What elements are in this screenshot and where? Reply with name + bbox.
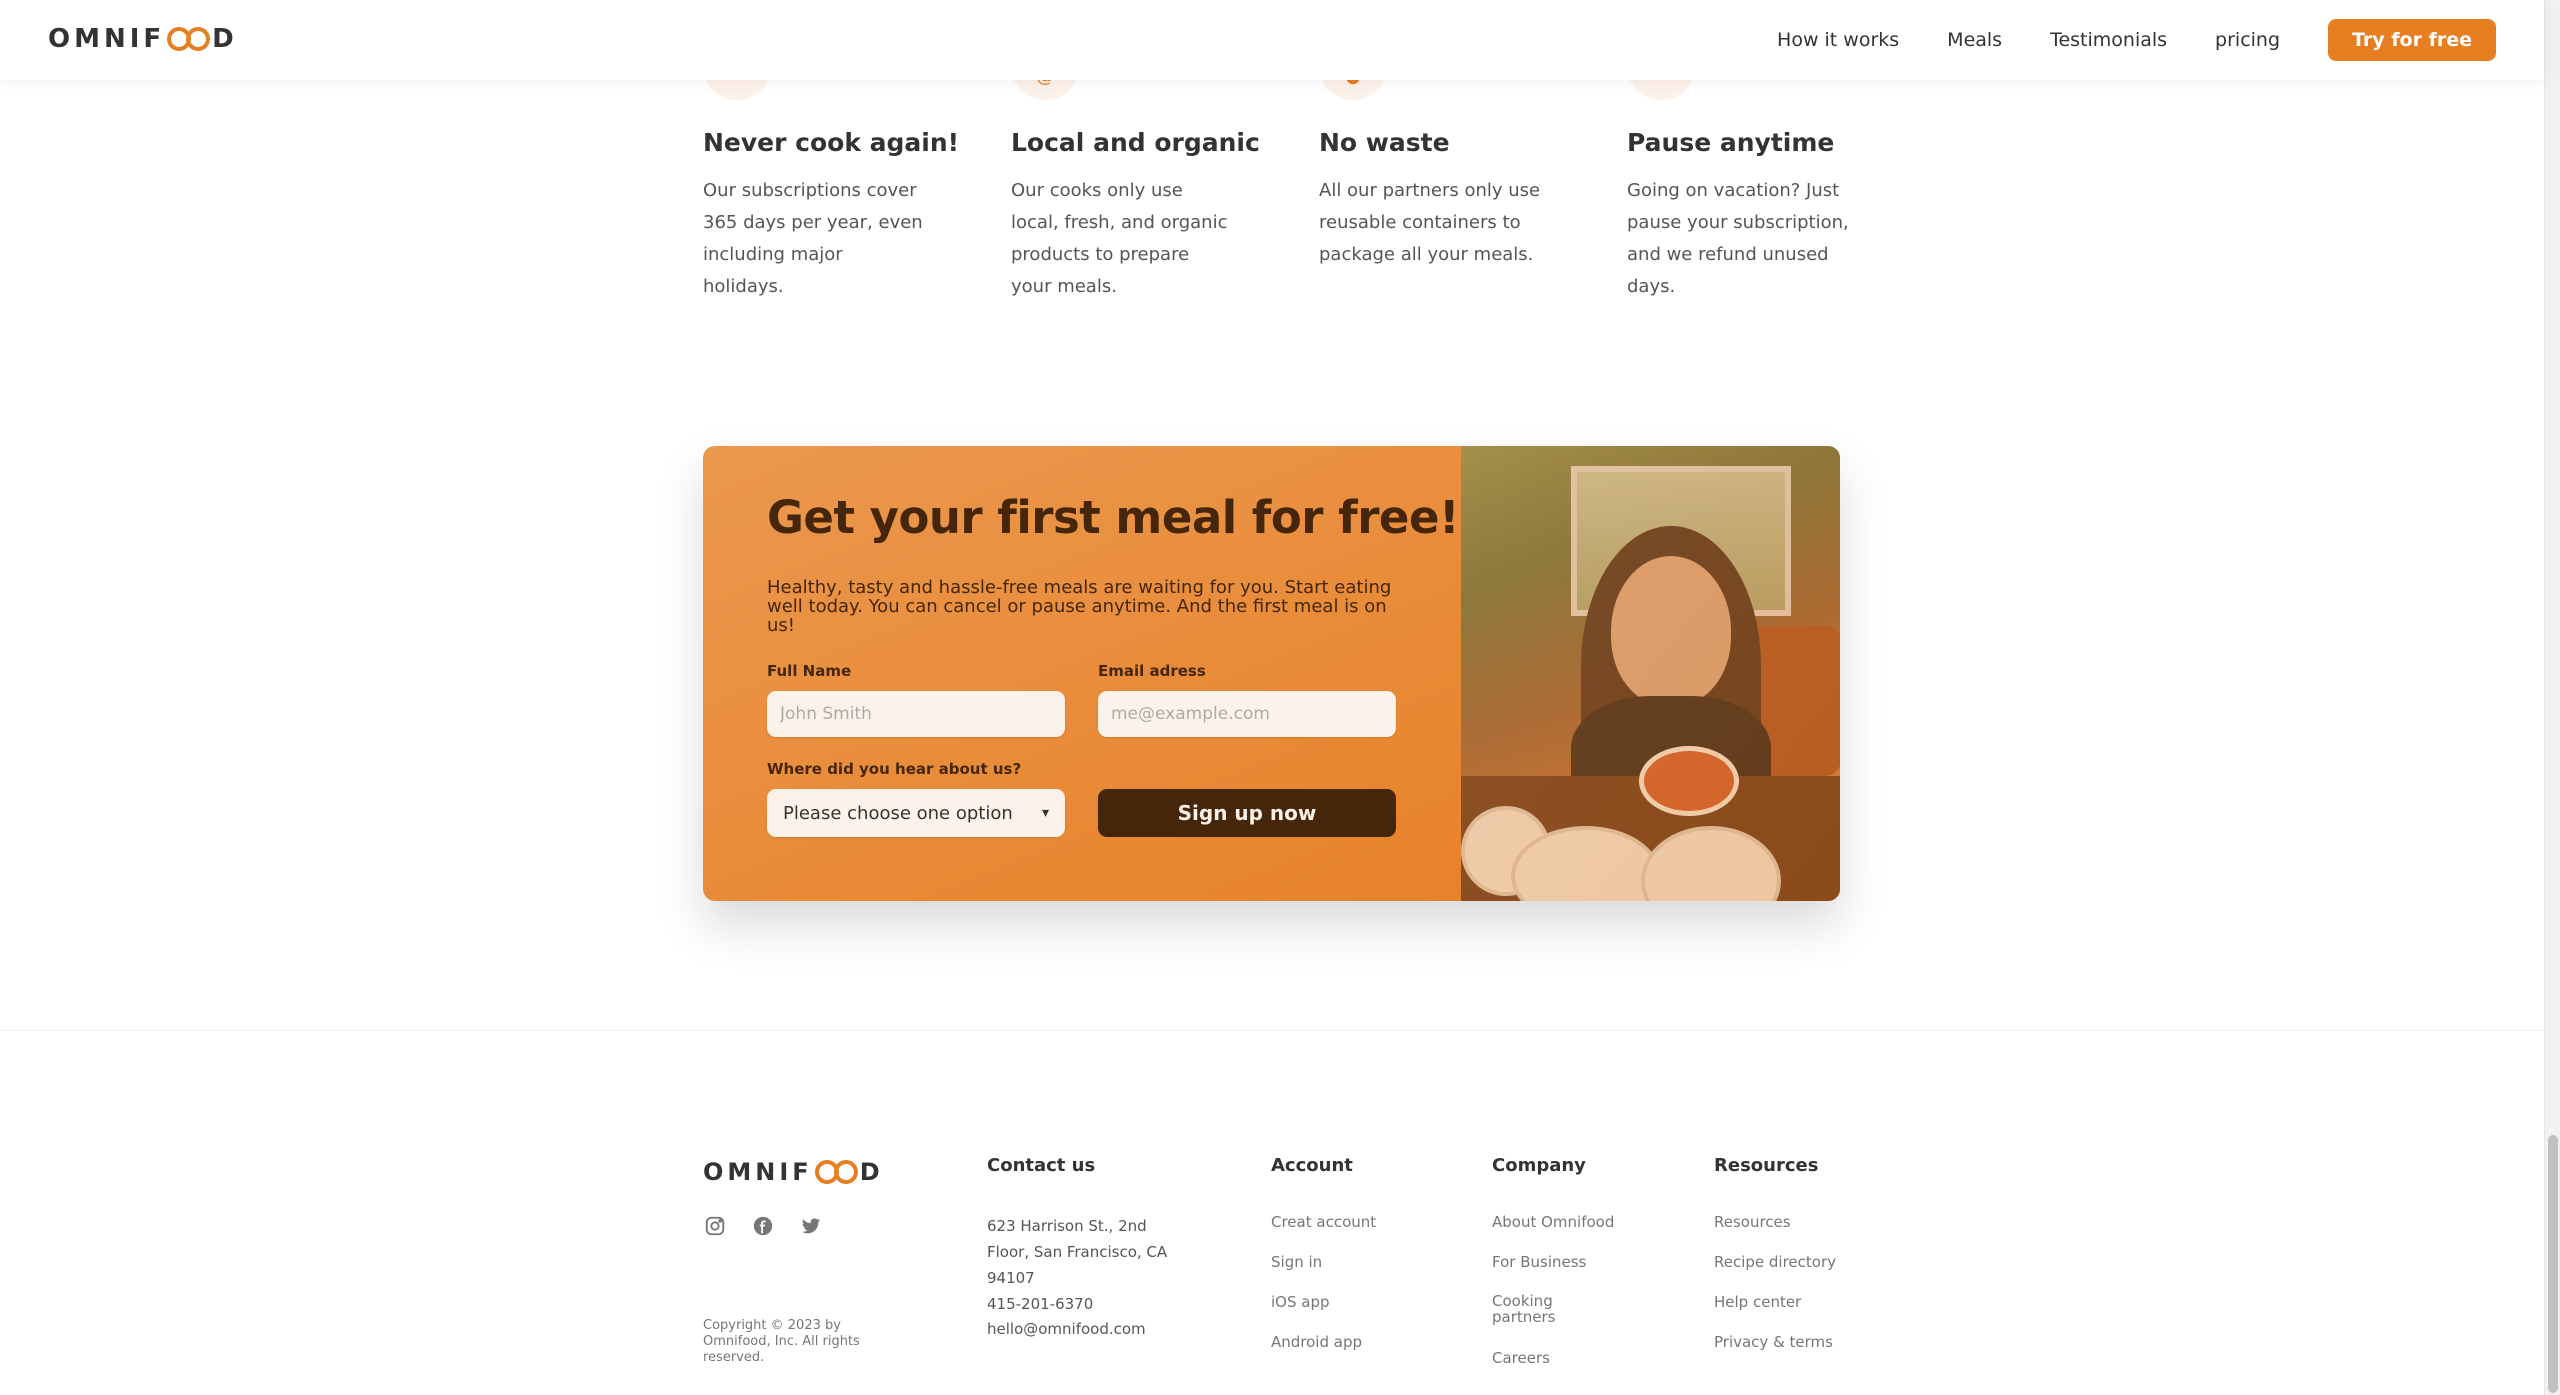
footer-resources: Resources Resources Recipe directory Hel… — [1714, 1155, 1836, 1351]
feature-text: All our partners only use reusable conta… — [1319, 180, 1541, 265]
page-scrollbar[interactable] — [2544, 0, 2560, 1395]
copyright-text: Copyright © 2023 by Omnifood, Inc. All r… — [703, 1318, 860, 1365]
link-android-app[interactable]: Android app — [1271, 1333, 1362, 1351]
link-cooking-partners[interactable]: Cooking partners — [1492, 1293, 1582, 1325]
contact-phone[interactable]: 415-201-6370 — [987, 1291, 1093, 1317]
feature-text: Our subscriptions cover 365 days per yea… — [703, 180, 923, 297]
link-create-account[interactable]: Creat account — [1271, 1213, 1376, 1231]
cta-image — [1461, 446, 1840, 901]
company-heading: Company — [1492, 1155, 1586, 1176]
logo-rings-icon — [814, 1160, 858, 1184]
footer-divider — [0, 1030, 2544, 1031]
account-heading: Account — [1271, 1155, 1353, 1176]
logo-rings-icon — [167, 27, 211, 51]
instagram-icon[interactable] — [703, 1214, 727, 1238]
try-for-free-button[interactable]: Try for free — [2328, 19, 2496, 61]
feature-text: Our cooks only use local, fresh, and org… — [1011, 180, 1228, 297]
footer-logo[interactable]: OMNIF D — [703, 1155, 884, 1189]
footer-company: Company About Omnifood For Business Cook… — [1492, 1155, 1614, 1367]
logo[interactable]: OMNIF D — [48, 22, 238, 56]
contact-heading: Contact us — [987, 1155, 1096, 1176]
main-nav: How it works Meals Testimonials pricing … — [1729, 19, 2496, 61]
feature-title: No waste — [1319, 128, 1450, 157]
source-label: Where did you hear about us? — [767, 760, 1022, 778]
logo-text-right: D — [859, 1158, 884, 1186]
nav-pricing[interactable]: pricing — [2215, 29, 2280, 51]
cta-form-panel: Get your first meal for free! Healthy, t… — [703, 446, 1461, 901]
social-links — [703, 1214, 847, 1238]
twitter-icon[interactable] — [799, 1214, 823, 1238]
contact-email[interactable]: hello@omnifood.com — [987, 1316, 1146, 1342]
footer-contact: Contact us 623 Harrison St., 2nd Floor, … — [987, 1155, 1187, 1338]
email-label: Email adress — [1098, 662, 1206, 680]
cta-section: Get your first meal for free! Healthy, t… — [703, 446, 1840, 901]
site-header: OMNIF D How it works Meals Testimonials … — [0, 0, 2544, 80]
email-input[interactable] — [1098, 691, 1396, 737]
link-about[interactable]: About Omnifood — [1492, 1213, 1614, 1231]
link-careers[interactable]: Careers — [1492, 1349, 1550, 1367]
full-name-input[interactable] — [767, 691, 1065, 737]
link-privacy-terms[interactable]: Privacy & terms — [1714, 1333, 1833, 1351]
sign-up-button[interactable]: Sign up now — [1098, 789, 1396, 837]
logo-text-left: OMNIF — [703, 1158, 813, 1186]
source-select-value: Please choose one option — [783, 802, 1013, 824]
feature-title: Never cook again! — [703, 128, 960, 157]
link-help-center[interactable]: Help center — [1714, 1293, 1801, 1311]
nav-testimonials[interactable]: Testimonials — [2050, 29, 2167, 51]
chevron-down-icon: ▾ — [1041, 805, 1049, 821]
feature-title: Local and organic — [1011, 128, 1260, 157]
link-recipe-directory[interactable]: Recipe directory — [1714, 1253, 1836, 1271]
contact-address: 623 Harrison St., 2nd Floor, San Francis… — [987, 1217, 1168, 1287]
link-resources[interactable]: Resources — [1714, 1213, 1791, 1231]
cta-title: Get your first meal for free! — [767, 491, 1460, 544]
link-ios-app[interactable]: iOS app — [1271, 1293, 1330, 1311]
logo-text-left: OMNIF — [48, 24, 166, 54]
scrollbar-thumb[interactable] — [2548, 1135, 2558, 1393]
feature-title: Pause anytime — [1627, 128, 1835, 157]
source-select[interactable]: Please choose one option ▾ — [767, 789, 1065, 837]
feature-text: Going on vacation? Just pause your subsc… — [1627, 180, 1849, 297]
link-sign-in[interactable]: Sign in — [1271, 1253, 1322, 1271]
nav-meals[interactable]: Meals — [1947, 29, 2002, 51]
resources-heading: Resources — [1714, 1155, 1819, 1176]
full-name-label: Full Name — [767, 662, 852, 680]
link-for-business[interactable]: For Business — [1492, 1253, 1586, 1271]
cta-subtitle: Healthy, tasty and hassle-free meals are… — [767, 577, 1392, 636]
logo-text-right: D — [212, 24, 238, 54]
footer-account: Account Creat account Sign in iOS app An… — [1271, 1155, 1376, 1351]
nav-how-it-works[interactable]: How it works — [1777, 29, 1899, 51]
facebook-icon[interactable] — [751, 1214, 775, 1238]
footer-logo-wrap: OMNIF D — [703, 1155, 884, 1189]
